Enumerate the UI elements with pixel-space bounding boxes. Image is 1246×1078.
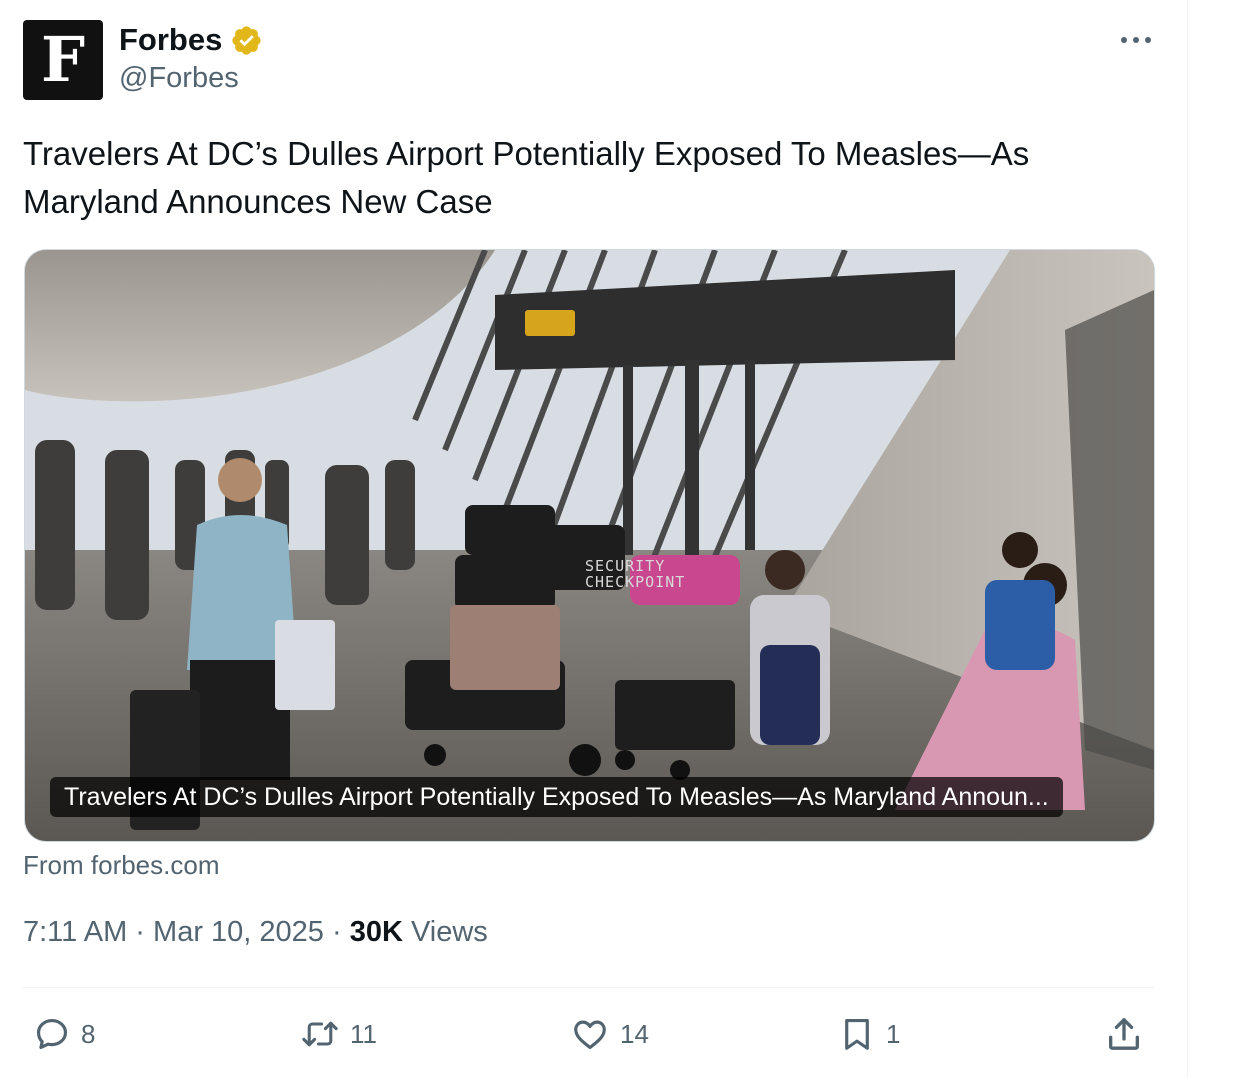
card-title[interactable]: Travelers At DC’s Dulles Airport Potenti… [50, 777, 1063, 817]
share-icon [1109, 1018, 1139, 1050]
tweet-date[interactable]: Mar 10, 2025 [153, 916, 324, 948]
card-source[interactable]: From forbes.com [23, 850, 220, 881]
sign-line-1: SECURITY [585, 557, 666, 575]
verified-badge-icon [232, 25, 261, 55]
more-icon [1121, 37, 1151, 43]
tweet-text: Travelers At DC’s Dulles Airport Potenti… [23, 135, 1030, 220]
like-count: 14 [620, 1018, 649, 1049]
repost-icon [302, 1021, 338, 1047]
user-name-row: Forbes [119, 22, 263, 58]
meta-separator: · [127, 916, 154, 948]
security-checkpoint-sign: SECURITY CHECKPOINT [585, 558, 685, 590]
card-photo [25, 250, 1154, 841]
avatar[interactable]: F [23, 20, 103, 100]
like-button[interactable]: 14 [570, 1012, 649, 1056]
tweet-meta: 7:11 AM · Mar 10, 2025 · 30K Views [23, 916, 488, 949]
link-card[interactable]: SECURITY CHECKPOINT Travelers At DC’s Du… [24, 249, 1155, 842]
views-label: Views [402, 916, 488, 948]
tweet: F Forbes @Forbes Travelers At DC’s Dulle… [0, 0, 1187, 1078]
share-button[interactable] [1104, 1012, 1144, 1056]
tweet-time[interactable]: 7:11 AM [23, 916, 127, 948]
sign-line-2: CHECKPOINT [585, 573, 686, 591]
like-icon [574, 1020, 606, 1050]
more-button[interactable] [1116, 24, 1156, 56]
repost-button[interactable]: 11 [300, 1012, 377, 1056]
reply-icon [36, 1018, 68, 1050]
right-column-divider [1187, 0, 1188, 1078]
bookmark-count: 1 [886, 1018, 901, 1049]
display-name[interactable]: Forbes [119, 22, 222, 58]
bookmark-icon [845, 1018, 869, 1050]
user-handle[interactable]: @Forbes [119, 62, 239, 95]
meta-separator: · [323, 916, 350, 948]
actions-divider [23, 987, 1155, 988]
bookmark-button[interactable]: 1 [838, 1012, 900, 1056]
avatar-letter: F [40, 23, 86, 96]
reply-button[interactable]: 8 [33, 1012, 95, 1056]
repost-count: 11 [350, 1018, 377, 1049]
reply-count: 8 [81, 1018, 96, 1049]
views-count: 30K [349, 916, 403, 948]
